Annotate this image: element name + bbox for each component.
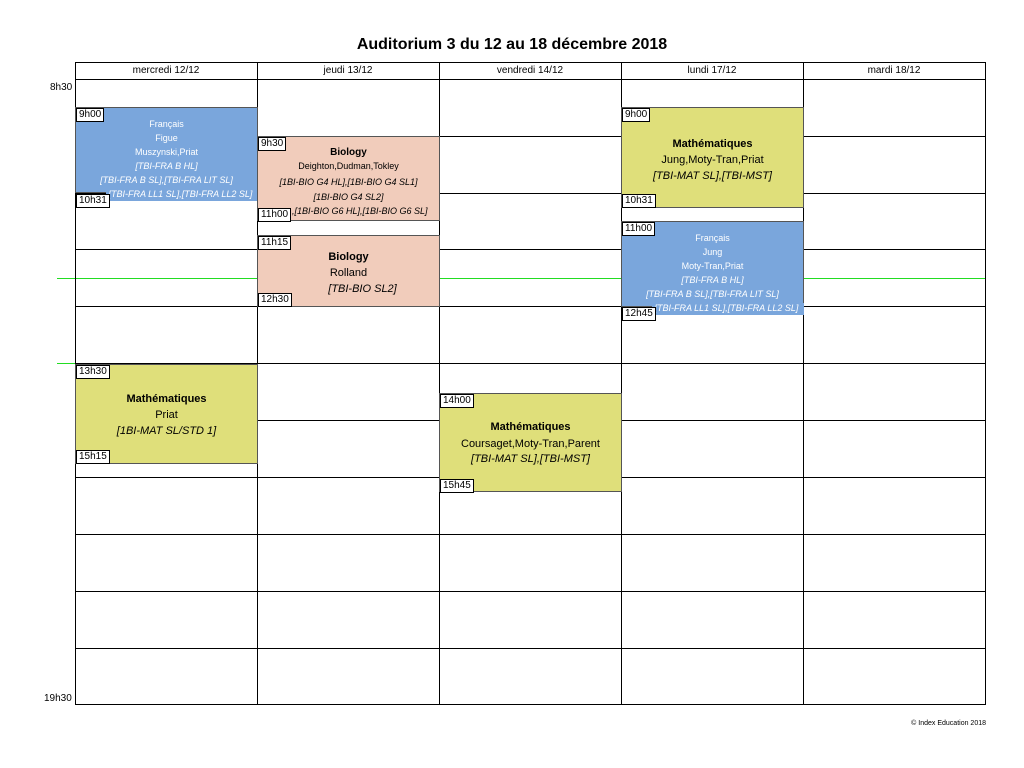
event-teacher: Rolland	[329, 267, 368, 279]
event-subject: Mathématiques	[672, 138, 753, 150]
event-group-overflow: ,[TBI-FRA LL1 SL],[TBI-FRA LL2 SL]	[106, 189, 258, 201]
event-subject: Mathématiques	[490, 421, 571, 433]
event-group: [TBI-BIO SL2]	[328, 283, 397, 295]
event-end-time: 11h00	[258, 208, 292, 222]
event-group: [1BI-BIO G4 SL2]	[313, 192, 384, 202]
event-group: [TBI-MAT SL],[TBI-MST]	[653, 170, 772, 182]
grid-hline	[75, 704, 986, 705]
event-end-time: 10h31	[76, 194, 110, 208]
page-title: Auditorium 3 du 12 au 18 décembre 2018	[356, 36, 668, 53]
event-subject: Mathématiques	[126, 393, 207, 405]
event-teacher: Jung,Moty-Tran,Priat	[661, 154, 764, 166]
event-start-time: 9h00	[622, 108, 651, 122]
event-group: [TBI-FRA B HL]	[135, 161, 198, 171]
grid-hline	[75, 79, 986, 80]
event-subject: Biology	[328, 251, 369, 263]
day-header: lundi 17/12	[687, 65, 737, 76]
event-group: [TBI-FRA B HL]	[681, 275, 744, 285]
event-start-time: 9h00	[76, 108, 105, 122]
event-teacher: Muszynski,Priat	[134, 147, 198, 157]
event-teacher: Moty-Tran,Priat	[681, 261, 744, 271]
event-teacher: Jung	[702, 247, 723, 257]
time-end-label: 19h30	[44, 693, 72, 704]
copyright-footer: © Index Education 2018	[911, 720, 986, 727]
event-start-time: 11h00	[622, 222, 656, 236]
grid-hline	[75, 648, 986, 649]
event-block[interactable]: Mathématiques Jung,Moty-Tran,Priat [TBI-…	[621, 107, 804, 208]
event-start-time: 13h30	[76, 365, 110, 379]
event-group: [1BI-BIO G4 HL],[1BI-BIO G4 SL1]	[279, 177, 418, 187]
event-group-overflow: ,[TBI-FRA LL1 SL],[TBI-FRA LL2 SL]	[652, 303, 804, 315]
event-teacher: Coursaget,Moty-Tran,Parent	[461, 438, 600, 450]
grid-hline	[75, 534, 986, 535]
event-group: [TBI-MAT SL],[TBI-MST]	[471, 453, 590, 465]
event-group: [1BI-MAT SL/STD 1]	[116, 425, 217, 437]
event-start-time: 9h30	[258, 137, 287, 151]
day-header: jeudi 13/12	[323, 65, 373, 76]
event-teacher: Deighton,Dudman,Tokley	[298, 161, 399, 171]
day-header: mercredi 12/12	[132, 65, 200, 76]
event-end-time: 10h31	[622, 194, 656, 208]
grid-hline	[75, 591, 986, 592]
event-teacher: Priat	[155, 409, 178, 421]
event-block[interactable]: Mathématiques Priat [1BI-MAT SL/STD 1]	[75, 364, 258, 464]
grid-vline	[985, 62, 986, 705]
grid-hline	[75, 306, 986, 307]
event-group: [TBI-FRA B SL],[TBI-FRA LIT SL]	[646, 289, 779, 299]
event-group: [TBI-FRA B SL],[TBI-FRA LIT SL]	[100, 175, 233, 185]
event-group: ,[1BI-BIO G6 HL],[1BI-BIO G6 SL]	[292, 206, 428, 216]
grid-hline	[75, 249, 986, 250]
event-end-time: 12h45	[622, 307, 656, 321]
event-start-time: 14h00	[440, 394, 474, 408]
event-end-time: 15h45	[440, 479, 474, 493]
event-start-time: 11h15	[258, 236, 292, 250]
day-header: vendredi 14/12	[496, 65, 564, 76]
day-header: mardi 18/12	[867, 65, 921, 76]
event-teacher: Figue	[155, 133, 178, 143]
event-end-time: 15h15	[76, 450, 110, 464]
time-start-label: 8h30	[50, 82, 73, 93]
event-end-time: 12h30	[258, 293, 292, 307]
